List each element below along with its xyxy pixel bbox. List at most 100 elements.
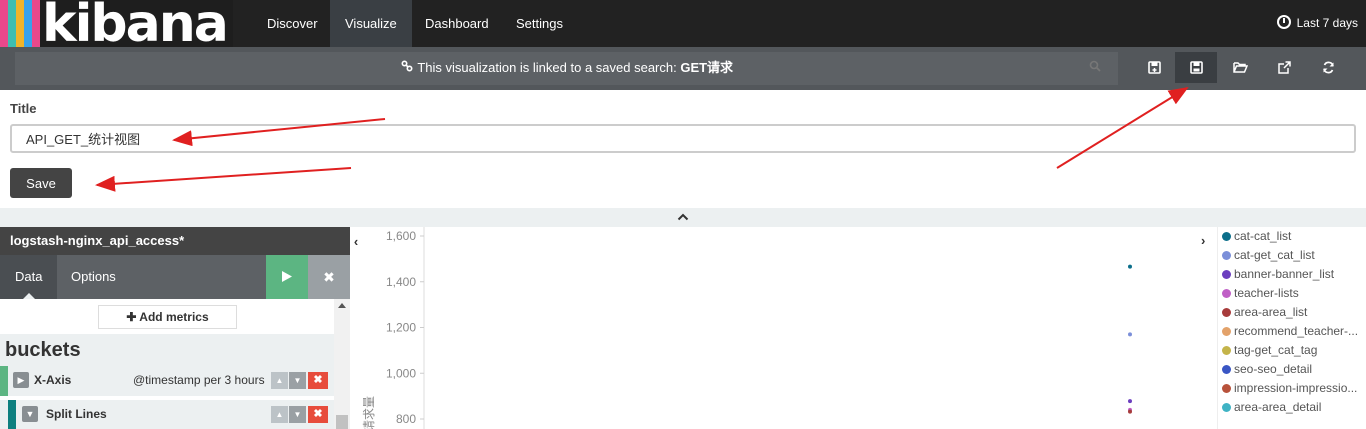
legend-color-dot [1222,384,1231,393]
chevron-right-icon[interactable]: › [1201,233,1215,251]
aggregation-color-bar [8,400,16,429]
add-metrics-label: Add metrics [139,310,209,324]
legend-item[interactable]: area-area_detail [1218,398,1365,417]
aggregation-description: @timestamp per 3 hours [133,373,265,387]
add-metrics-button[interactable]: ✚ Add metrics [98,305,237,329]
link-icon[interactable] [400,52,414,83]
legend-label: seo-seo_detail [1234,362,1313,376]
line-chart: 1,600 1,400 1,200 1,000 800 请求量 [362,227,1217,429]
remove-aggregation-button[interactable]: ✖ [308,372,328,389]
scroll-up-arrow[interactable] [338,303,346,308]
logo-stripe [24,0,32,47]
refresh-icon[interactable] [1307,52,1349,83]
y-axis-label: 请求量 [362,396,376,429]
discard-changes-button[interactable]: ✖ [308,255,350,299]
legend-color-dot [1222,327,1231,336]
legend-label: teacher-lists [1234,286,1299,300]
apply-changes-button[interactable] [266,255,308,299]
aggregation-row[interactable]: ▼ Split Lines ▲ ▼ ✖ [0,400,334,429]
legend-color-dot [1222,365,1231,374]
legend-item[interactable]: impression-impressio... [1218,379,1365,398]
data-point [1128,332,1132,337]
legend-label: area-area_list [1234,305,1308,319]
editor-sidebar: logstash-nginx_api_access* Data Options … [0,227,350,429]
legend-color-dot [1222,289,1231,298]
legend-color-dot [1222,346,1231,355]
remove-aggregation-button[interactable]: ✖ [308,406,328,423]
tab-data[interactable]: Data [0,255,58,299]
aggregation-row[interactable]: ▶ X-Axis @timestamp per 3 hours ▲ ▼ ✖ [0,366,334,396]
legend-item[interactable]: cat-get_cat_list [1218,246,1365,265]
linked-search-text: This visualization is linked to a saved … [417,60,681,75]
new-visualization-icon[interactable] [1133,52,1175,83]
chevron-up-icon [677,210,689,224]
play-icon [282,271,292,282]
legend-color-dot [1222,308,1231,317]
move-up-icon[interactable]: ▲ [271,406,288,423]
data-point [1128,399,1132,404]
index-pattern-title: logstash-nginx_api_access* [0,227,350,255]
data-point [1128,409,1132,414]
collapse-sidebar-toggle[interactable]: ‹ [350,227,362,257]
aggregation-name: Split Lines [46,407,107,421]
chart-legend: cat-cat_list cat-get_cat_list banner-banne… [1217,227,1366,429]
y-tick-label: 1,600 [386,229,416,243]
y-tick-label: 800 [396,412,416,426]
chevron-left-icon: ‹ [353,234,359,249]
chart-canvas: 1,600 1,400 1,200 1,000 800 请求量 [362,227,1132,429]
logo-stripe [0,0,8,47]
legend-label: recommend_teacher-... [1234,324,1359,338]
saved-search-name: GET请求 [680,60,734,75]
legend-label: cat-cat_list [1234,229,1292,243]
save-visualization-panel: Title Save [0,90,1366,208]
legend-color-dot [1222,270,1231,279]
time-picker[interactable]: Last 7 days [1276,0,1358,47]
linked-search-message: This visualization is linked to a saved … [15,52,1118,85]
nav-tab-dashboard[interactable]: Dashboard [410,0,504,47]
scrollbar-thumb[interactable] [336,415,348,429]
expand-icon[interactable]: ▶ [13,372,29,388]
title-input[interactable] [10,124,1356,153]
top-navigation-bar: kibana Discover Visualize Dashboard Sett… [0,0,1366,47]
collapse-icon[interactable]: ▼ [22,406,38,422]
legend-color-dot [1222,232,1231,241]
tab-options[interactable]: Options [56,255,131,299]
move-up-icon[interactable]: ▲ [271,372,288,389]
collapse-panel-toggle[interactable] [0,208,1366,227]
save-icon[interactable] [1175,52,1217,83]
legend-label: tag-get_cat_tag [1234,343,1318,357]
aggregation-editor: ✚ Add metrics buckets ▶ X-Axis @timestam… [0,299,334,429]
legend-item[interactable]: area-area_list [1218,303,1365,322]
visualize-toolbar: This visualization is linked to a saved … [0,47,1366,90]
legend-item[interactable]: banner-banner_list [1218,265,1365,284]
legend-item[interactable]: teacher-lists [1218,284,1365,303]
legend-color-dot [1222,403,1231,412]
buckets-heading: buckets [0,334,334,366]
clock-icon [1276,15,1291,29]
aggregation-name: X-Axis [34,373,72,387]
legend-color-dot [1222,251,1231,260]
legend-item[interactable]: tag-get_cat_tag [1218,341,1365,360]
legend-item[interactable]: recommend_teacher-... [1218,322,1365,341]
legend-label: area-area_detail [1234,400,1322,414]
save-button[interactable]: Save [10,168,72,198]
share-icon[interactable] [1263,52,1305,83]
y-tick-label: 1,200 [386,321,416,335]
nav-tab-settings[interactable]: Settings [501,0,578,47]
open-folder-icon[interactable] [1219,52,1261,83]
legend-label: banner-banner_list [1234,267,1335,281]
sidebar-scrollbar[interactable] [334,299,350,429]
nav-tab-discover[interactable]: Discover [252,0,333,47]
time-range-label: Last 7 days [1296,16,1358,30]
logo-stripe [16,0,24,47]
move-down-icon[interactable]: ▼ [289,406,306,423]
legend-item[interactable]: cat-cat_list [1218,227,1365,246]
legend-item[interactable]: seo-seo_detail [1218,360,1365,379]
nav-tab-visualize[interactable]: Visualize [330,0,412,47]
kibana-logo[interactable]: kibana [0,0,233,47]
legend-label: cat-get_cat_list [1234,248,1315,262]
move-down-icon[interactable]: ▼ [289,372,306,389]
logo-wordmark: kibana [42,0,229,47]
search-icon[interactable] [1080,57,1110,80]
aggregation-color-bar [0,366,8,396]
